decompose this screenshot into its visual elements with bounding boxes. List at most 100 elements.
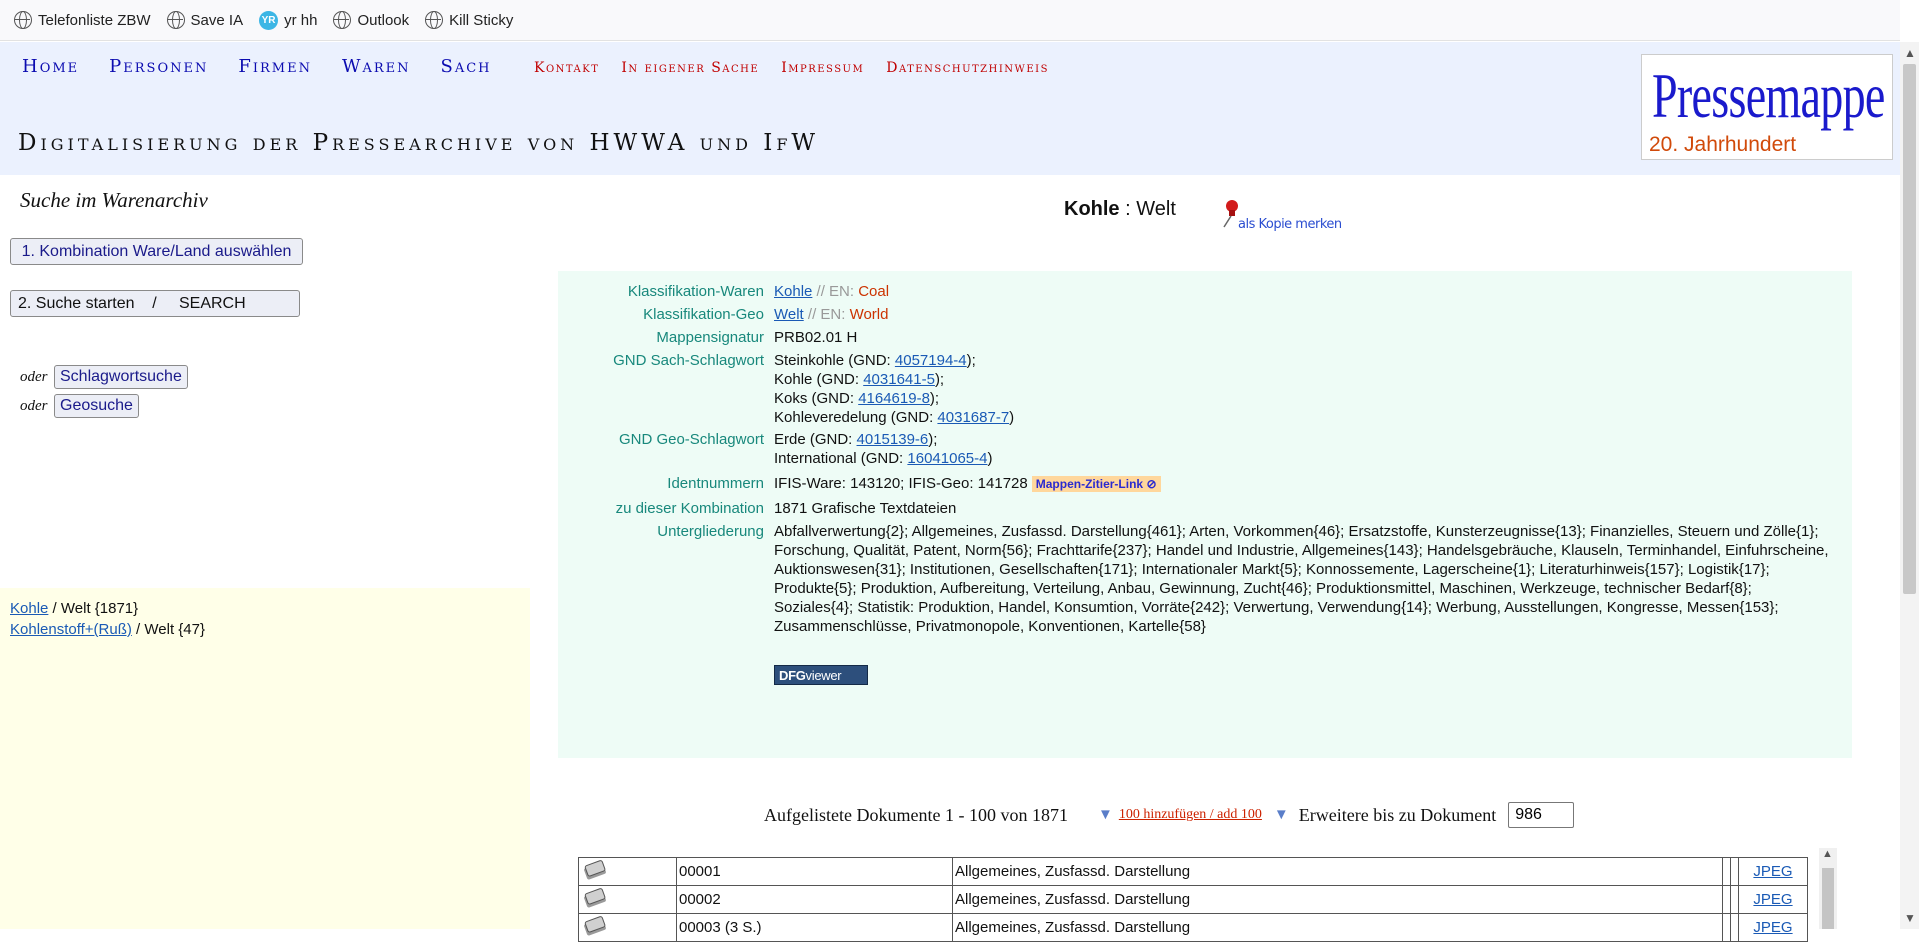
nav-impressum[interactable]: Impressum: [781, 60, 864, 76]
label-klassifikation-geo: Klassifikation-Geo: [643, 306, 764, 323]
nav-sach[interactable]: Sach: [441, 56, 492, 77]
gnd-term: Koks (GND:: [774, 390, 859, 407]
globe-icon: [333, 11, 352, 29]
kohle-link[interactable]: Kohle: [10, 600, 48, 617]
primary-nav: Home Personen Firmen Waren Sach: [22, 56, 522, 77]
doc-number: 00002: [676, 885, 953, 914]
gnd-link[interactable]: 4164619-8: [858, 390, 930, 407]
dfg-viewer-button[interactable]: DFG viewer: [774, 665, 868, 685]
doc-icon-cell[interactable]: [578, 885, 677, 914]
nav-personen[interactable]: Personen: [109, 56, 208, 77]
doc-icon-cell[interactable]: [578, 857, 677, 886]
document-icon[interactable]: [581, 887, 609, 908]
label-gnd-sach: GND Sach-Schlagwort: [613, 352, 764, 369]
add-100-link[interactable]: 100 hinzufügen / add 100: [1119, 807, 1262, 823]
documents-table: 00001 Allgemeines, Zusfassd. Darstellung…: [578, 857, 1808, 942]
nav-datenschutz[interactable]: Datenschutzhinweis: [886, 60, 1049, 76]
oder-label: oder: [20, 369, 48, 385]
bookmark-yr-hh[interactable]: YR yr hh: [259, 10, 317, 30]
gnd-link[interactable]: 4015139-6: [857, 431, 929, 448]
nav-eigene-sache[interactable]: In eigener Sache: [621, 60, 759, 76]
table-row[interactable]: 00002 Allgemeines, Zusfassd. Darstellung…: [578, 885, 1808, 914]
gnd-suffix: );: [929, 390, 940, 407]
label-identnummern: Identnummern: [667, 475, 764, 492]
mappen-zitier-link[interactable]: Mappen-Zitier-Link ⊘: [1031, 476, 1161, 492]
globe-icon: [425, 11, 444, 29]
geosuche-button[interactable]: Geosuche: [54, 394, 139, 418]
scroll-up-icon[interactable]: ▲: [1904, 46, 1916, 60]
gnd-entry: Kohleveredelung (GND: 4031687-7): [774, 408, 1834, 427]
bookmark-save-ia[interactable]: Save IA: [166, 11, 244, 29]
scroll-down-icon[interactable]: ▼: [1904, 911, 1916, 925]
gnd-suffix: );: [966, 352, 976, 369]
bookmark-label: Outlook: [357, 11, 410, 29]
triangle-down-icon: ▼: [1097, 806, 1113, 823]
gnd-term: International (GND:: [774, 450, 908, 467]
doc-cell-empty: [1730, 913, 1739, 942]
doc-number: 00001: [676, 857, 953, 886]
select-combination-button[interactable]: 1. Kombination Ware/Land auswählen: [10, 238, 303, 265]
nav-home[interactable]: Home: [22, 56, 79, 77]
site-header: Home Personen Firmen Waren Sach Kontakt …: [0, 42, 1900, 175]
nav-waren[interactable]: Waren: [342, 56, 411, 77]
scrollbar-thumb[interactable]: [1903, 64, 1916, 594]
jpeg-link[interactable]: JPEG: [1753, 863, 1792, 880]
gnd-entry: Koks (GND: 4164619-8);: [774, 389, 1834, 408]
dfg-label: DFG: [779, 667, 806, 683]
doc-cell-empty: [1730, 857, 1739, 886]
gnd-link[interactable]: 4031641-5: [863, 371, 935, 388]
gnd-link[interactable]: 16041065-4: [907, 450, 987, 467]
scroll-up-icon[interactable]: ▲: [1822, 848, 1833, 860]
scrollbar-thumb[interactable]: [1822, 868, 1834, 929]
gnd-entry: Erde (GND: 4015139-6);: [774, 430, 1834, 449]
document-list-bar: Aufgelistete Dokumente 1 - 100 von 1871 …: [764, 802, 1575, 828]
pressemappe-logo[interactable]: Pressemappe 20. Jahrhundert: [1641, 54, 1893, 160]
label-gnd-geo: GND Geo-Schlagwort: [618, 431, 764, 448]
klass-geo-link[interactable]: Welt: [774, 306, 804, 323]
als-kopie-merken-link[interactable]: als Kopie merken: [1238, 217, 1342, 232]
jpeg-link[interactable]: JPEG: [1753, 919, 1792, 936]
jpeg-link[interactable]: JPEG: [1753, 891, 1792, 908]
page-scrollbar[interactable]: ▲ ▼: [1900, 42, 1919, 929]
gnd-link[interactable]: 4031687-7: [937, 409, 1009, 426]
nav-firmen[interactable]: Firmen: [238, 56, 312, 77]
en-prefix: // EN:: [812, 283, 859, 300]
en-prefix: // EN:: [803, 306, 850, 323]
gnd-term: Erde (GND:: [774, 431, 857, 448]
geo-name: : Welt: [1119, 198, 1176, 220]
gnd-link[interactable]: 4057194-4: [895, 352, 967, 369]
zitier-label: Mappen-Zitier-Link: [1035, 477, 1144, 491]
viewer-label: viewer: [805, 667, 842, 683]
nav-kontakt[interactable]: Kontakt: [534, 60, 599, 76]
erweitere-label: Erweitere bis zu Dokument: [1298, 804, 1497, 825]
list-item-count: / Welt {47}: [131, 621, 205, 638]
bookmark-telefonliste[interactable]: Telefonliste ZBW: [14, 11, 151, 29]
secondary-nav: Kontakt In eigener Sache Impressum Daten…: [534, 60, 1071, 76]
metadata-box: Klassifikation-Waren Kohle // EN: Coal K…: [558, 271, 1852, 758]
table-row[interactable]: 00001 Allgemeines, Zusfassd. Darstellung…: [578, 857, 1808, 886]
bookmark-outlook[interactable]: Outlook: [333, 11, 409, 29]
bookmark-kill-sticky[interactable]: Kill Sticky: [425, 11, 513, 29]
klass-waren-link[interactable]: Kohle: [774, 283, 812, 300]
doc-cell-empty: [1722, 913, 1731, 942]
result-combinations: Kohle / Welt {1871} Kohlenstoff+(Ruß) / …: [0, 588, 530, 929]
document-icon[interactable]: [581, 915, 609, 936]
doc-icon-cell[interactable]: [578, 913, 677, 942]
triangle-down-icon[interactable]: ▼: [1274, 807, 1289, 824]
document-list-scrollbar[interactable]: ▲: [1819, 848, 1837, 929]
table-row[interactable]: 00003 (3 S.) Allgemeines, Zusfassd. Dars…: [578, 913, 1808, 942]
bookmark-label: Save IA: [190, 11, 244, 29]
gnd-term: Kohle (GND:: [774, 371, 864, 388]
start-search-button[interactable]: 2. Suche starten / SEARCH: [10, 290, 300, 317]
gnd-suffix: );: [934, 371, 945, 388]
document-icon[interactable]: [581, 859, 609, 880]
logo-sub-text: 20. Jahrhundert: [1649, 133, 1797, 156]
label-mappensignatur: Mappensignatur: [656, 329, 764, 346]
bookmark-label: Kill Sticky: [449, 11, 514, 29]
list-item: Kohlenstoff+(Ruß) / Welt {47}: [10, 619, 520, 640]
list-item-count: / Welt {1871}: [48, 600, 139, 617]
document-number-input[interactable]: [1508, 802, 1575, 828]
gnd-suffix: ): [987, 450, 993, 467]
kohlenstoff-link[interactable]: Kohlenstoff+(Ruß): [10, 621, 132, 638]
schlagwortsuche-button[interactable]: Schlagwortsuche: [54, 365, 188, 389]
